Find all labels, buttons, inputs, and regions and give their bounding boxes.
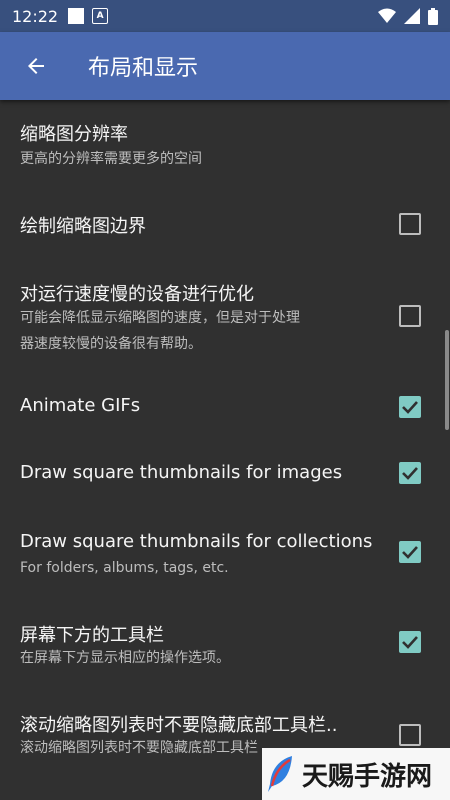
setting-square-thumbnails-collections[interactable]: Draw square thumbnails for collections F… [0, 510, 450, 600]
check-icon [402, 546, 418, 559]
page-title: 布局和显示 [88, 56, 199, 81]
checkbox-unchecked[interactable] [399, 213, 421, 235]
scrollbar[interactable] [445, 330, 449, 430]
setting-title: Draw square thumbnails for images [20, 462, 343, 483]
back-button[interactable] [16, 46, 56, 86]
check-icon [402, 467, 418, 480]
setting-thumbnail-resolution[interactable]: 缩略图分辨率 更高的分辨率需要更多的空间 [0, 100, 450, 195]
watermark-text: 天赐手游网 [302, 761, 433, 792]
setting-subtitle: 滚动缩略图列表时不要隐藏底部工具栏 [20, 740, 258, 756]
app-bar: 布局和显示 [0, 32, 450, 100]
setting-bottom-toolbar[interactable]: 屏幕下方的工具栏 在屏幕下方显示相应的操作选项。 [0, 600, 450, 690]
settings-list[interactable]: 缩略图分辨率 更高的分辨率需要更多的空间 绘制缩略图边界 对运行速度慢的设备进行… [0, 100, 450, 800]
setting-subtitle-line-2: 器速度较慢的设备很有帮助。 [20, 336, 202, 352]
setting-animate-gifs[interactable]: Animate GIFs [0, 375, 450, 440]
wifi-icon [378, 8, 396, 23]
setting-title: 滚动缩略图列表时不要隐藏底部工具栏.. [20, 715, 338, 736]
notification-square-icon [68, 8, 85, 24]
watermark: 天赐手游网 [262, 748, 450, 800]
setting-title: 绘制缩略图边界 [20, 216, 146, 237]
checkbox-checked[interactable] [399, 396, 421, 418]
setting-subtitle: For folders, albums, tags, etc. [20, 560, 229, 576]
checkbox-unchecked[interactable] [399, 305, 421, 327]
check-icon [402, 636, 418, 649]
feather-logo-icon [268, 756, 292, 792]
status-time: 12:22 [12, 6, 59, 26]
setting-subtitle-line-1: 可能会降低显示缩略图的速度，但是对于处理 [20, 310, 300, 326]
setting-title: 屏幕下方的工具栏 [20, 625, 164, 646]
arrow-back-icon [28, 58, 44, 74]
setting-draw-thumbnail-border[interactable]: 绘制缩略图边界 [0, 195, 450, 255]
setting-optimize-slow-devices[interactable]: 对运行速度慢的设备进行优化 可能会降低显示缩略图的速度，但是对于处理 器速度较慢… [0, 255, 450, 365]
checkbox-checked[interactable] [399, 462, 421, 484]
setting-subtitle: 在屏幕下方显示相应的操作选项。 [20, 650, 230, 666]
setting-subtitle: 更高的分辨率需要更多的空间 [20, 151, 202, 167]
setting-title: 对运行速度慢的设备进行优化 [20, 284, 254, 305]
notification-a-icon: A [92, 8, 109, 24]
setting-title: Draw square thumbnails for collections [20, 531, 373, 552]
setting-title: Animate GIFs [20, 395, 141, 416]
setting-title: 缩略图分辨率 [20, 124, 128, 145]
status-bar: 12:22 A [0, 0, 450, 32]
checkbox-checked[interactable] [399, 631, 421, 653]
battery-icon [428, 7, 438, 25]
checkbox-unchecked[interactable] [399, 724, 421, 746]
signal-icon [404, 8, 420, 24]
checkbox-checked[interactable] [399, 541, 421, 563]
setting-square-thumbnails-images[interactable]: Draw square thumbnails for images [0, 440, 450, 510]
status-icons [378, 7, 438, 25]
check-icon [402, 401, 418, 414]
